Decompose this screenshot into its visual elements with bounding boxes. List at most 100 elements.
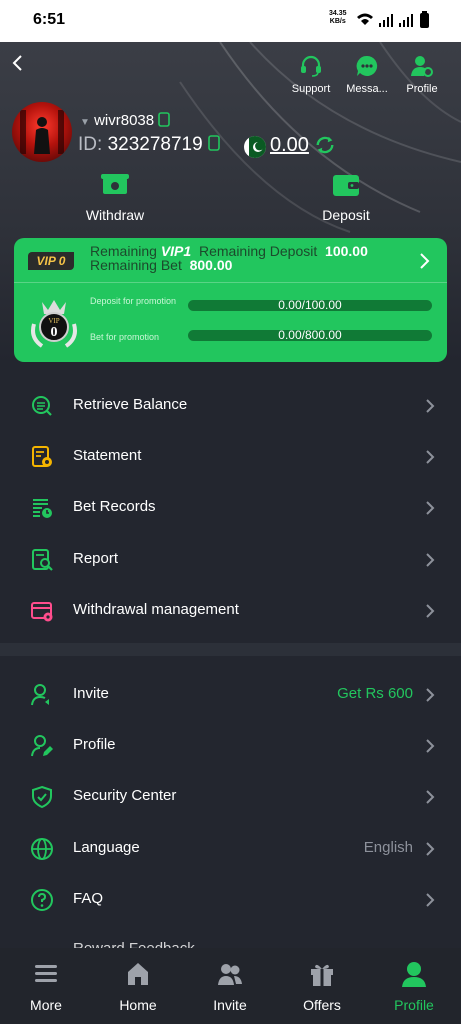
user-settings-icon bbox=[411, 56, 433, 77]
menu-retrieve-balance[interactable]: Retrieve Balance bbox=[0, 380, 461, 431]
messages-button[interactable]: Messa... bbox=[342, 54, 392, 95]
menu-label: FAQ bbox=[73, 889, 104, 907]
profile-top-label: Profile bbox=[406, 83, 438, 95]
question-icon bbox=[31, 888, 53, 911]
chevron-right-icon bbox=[426, 604, 435, 618]
chevron-right-icon bbox=[426, 688, 435, 702]
menu-withdrawal-management[interactable]: Withdrawal management bbox=[0, 585, 461, 636]
statement-icon bbox=[32, 446, 52, 468]
bet-progress-label: Bet for promotion bbox=[90, 332, 160, 342]
wallet-icon bbox=[333, 175, 359, 196]
invite-user-icon bbox=[31, 684, 49, 706]
chevron-right-icon bbox=[426, 450, 435, 464]
profile-top-button[interactable]: Profile bbox=[397, 54, 447, 95]
caret-down-icon: ▼ bbox=[80, 117, 90, 128]
chevron-right-icon bbox=[426, 552, 435, 567]
deposit-button[interactable]: Deposit bbox=[296, 172, 396, 223]
nav-more[interactable]: More bbox=[11, 960, 81, 1013]
vip-chevron-icon[interactable] bbox=[419, 252, 431, 270]
menu-statement[interactable]: Statement bbox=[0, 431, 461, 482]
home-icon bbox=[128, 963, 148, 985]
language-value: English bbox=[363, 838, 413, 856]
profile-edit-icon bbox=[31, 735, 53, 757]
avatar[interactable] bbox=[12, 102, 72, 162]
chevron-right-icon bbox=[426, 501, 435, 516]
deposit-progress-label: Deposit for promotion bbox=[90, 296, 177, 306]
nav-label: Profile bbox=[394, 997, 434, 1013]
menu-bet-records[interactable]: Bet Records bbox=[0, 482, 461, 533]
menu-label: Invite bbox=[73, 685, 109, 702]
withdraw-button[interactable]: Withdraw bbox=[65, 172, 165, 223]
vip-divider bbox=[14, 282, 447, 283]
chevron-right-icon bbox=[426, 893, 435, 907]
menu-profile[interactable]: Profile bbox=[0, 720, 461, 771]
section-divider bbox=[0, 643, 461, 656]
retrieve-balance-icon bbox=[32, 396, 52, 416]
user-id-row: ID: 323278719 bbox=[78, 134, 220, 156]
menu-label: Statement bbox=[73, 447, 142, 465]
account-menu: Retrieve Balance Statement Bet Records R… bbox=[0, 380, 461, 636]
gift-icon bbox=[311, 964, 333, 986]
refresh-icon[interactable] bbox=[314, 134, 336, 156]
back-icon[interactable] bbox=[8, 52, 28, 74]
support-button[interactable]: Support bbox=[286, 54, 336, 95]
vip-medal: VIP 0 bbox=[28, 294, 80, 350]
medal-level: 0 bbox=[51, 325, 58, 340]
username-row: ▼ wivr8038 bbox=[80, 112, 171, 129]
vip-card[interactable]: VIP 0 Remaining VIP1 Remaining Deposit 1… bbox=[14, 238, 447, 362]
remaining-bet-label: Remaining Bet bbox=[90, 257, 182, 273]
nav-offers[interactable]: Offers bbox=[287, 960, 357, 1013]
menu-security-center[interactable]: Security Center bbox=[0, 771, 461, 822]
nav-profile[interactable]: Profile bbox=[379, 960, 449, 1013]
menu-label: Language bbox=[73, 838, 140, 856]
globe-icon bbox=[31, 837, 53, 860]
id-separator: : bbox=[97, 134, 103, 155]
status-time: 6:51 bbox=[33, 11, 66, 28]
remaining-deposit-value: 100.00 bbox=[325, 243, 368, 259]
deposit-progress-bar: 0.00/100.00 bbox=[188, 299, 432, 311]
messages-label: Messa... bbox=[346, 83, 388, 95]
menu-label: Withdrawal management bbox=[73, 600, 239, 618]
id-label: ID bbox=[78, 134, 97, 155]
menu-label: Bet Records bbox=[73, 498, 156, 516]
copy-username-icon[interactable] bbox=[158, 112, 171, 127]
user-id: 323278719 bbox=[107, 134, 203, 155]
copy-id-icon[interactable] bbox=[208, 135, 220, 151]
username: wivr8038 bbox=[94, 112, 155, 129]
remaining-bet-value: 800.00 bbox=[189, 257, 233, 273]
invite-reward: Get Rs 600 bbox=[337, 685, 413, 702]
nav-label: Home bbox=[119, 997, 157, 1013]
network-speed-value: 34.35 bbox=[329, 10, 347, 17]
chat-bubble-icon bbox=[356, 55, 378, 76]
status-icons bbox=[357, 11, 429, 28]
users-icon bbox=[218, 964, 242, 985]
shield-icon bbox=[32, 786, 52, 809]
balance-amount[interactable]: 0.00 bbox=[270, 134, 309, 157]
vip-badge: VIP 0 bbox=[28, 252, 74, 270]
headset-icon bbox=[301, 55, 321, 77]
nav-label: More bbox=[30, 997, 62, 1013]
network-speed-unit: KB/s bbox=[329, 18, 346, 25]
menu-label: Report bbox=[73, 549, 119, 567]
status-bar: 6:51 34.35 KB/s bbox=[0, 0, 461, 42]
chevron-right-icon bbox=[426, 399, 435, 413]
settings-menu: Invite Get Rs 600 Profile Security Cente… bbox=[0, 669, 461, 925]
chevron-right-icon bbox=[426, 790, 435, 805]
withdraw-label: Withdraw bbox=[85, 207, 145, 223]
nav-home[interactable]: Home bbox=[103, 960, 173, 1013]
menu-report[interactable]: Report bbox=[0, 534, 461, 585]
menu-icon bbox=[35, 965, 57, 982]
medal-vip-text: VIP bbox=[48, 317, 59, 325]
pakistan-flag-icon bbox=[244, 136, 266, 158]
chevron-right-icon bbox=[426, 739, 435, 753]
bet-records-icon bbox=[33, 499, 52, 519]
profile-icon bbox=[402, 962, 426, 987]
deposit-label: Deposit bbox=[322, 207, 370, 223]
menu-invite[interactable]: Invite Get Rs 600 bbox=[0, 669, 461, 720]
nav-invite[interactable]: Invite bbox=[195, 960, 265, 1013]
chevron-right-icon bbox=[426, 841, 435, 856]
bet-progress-bar: 0.00/800.00 bbox=[188, 329, 432, 341]
menu-label: Profile bbox=[73, 736, 116, 754]
menu-language[interactable]: Language English bbox=[0, 823, 461, 874]
menu-faq[interactable]: FAQ bbox=[0, 874, 461, 925]
